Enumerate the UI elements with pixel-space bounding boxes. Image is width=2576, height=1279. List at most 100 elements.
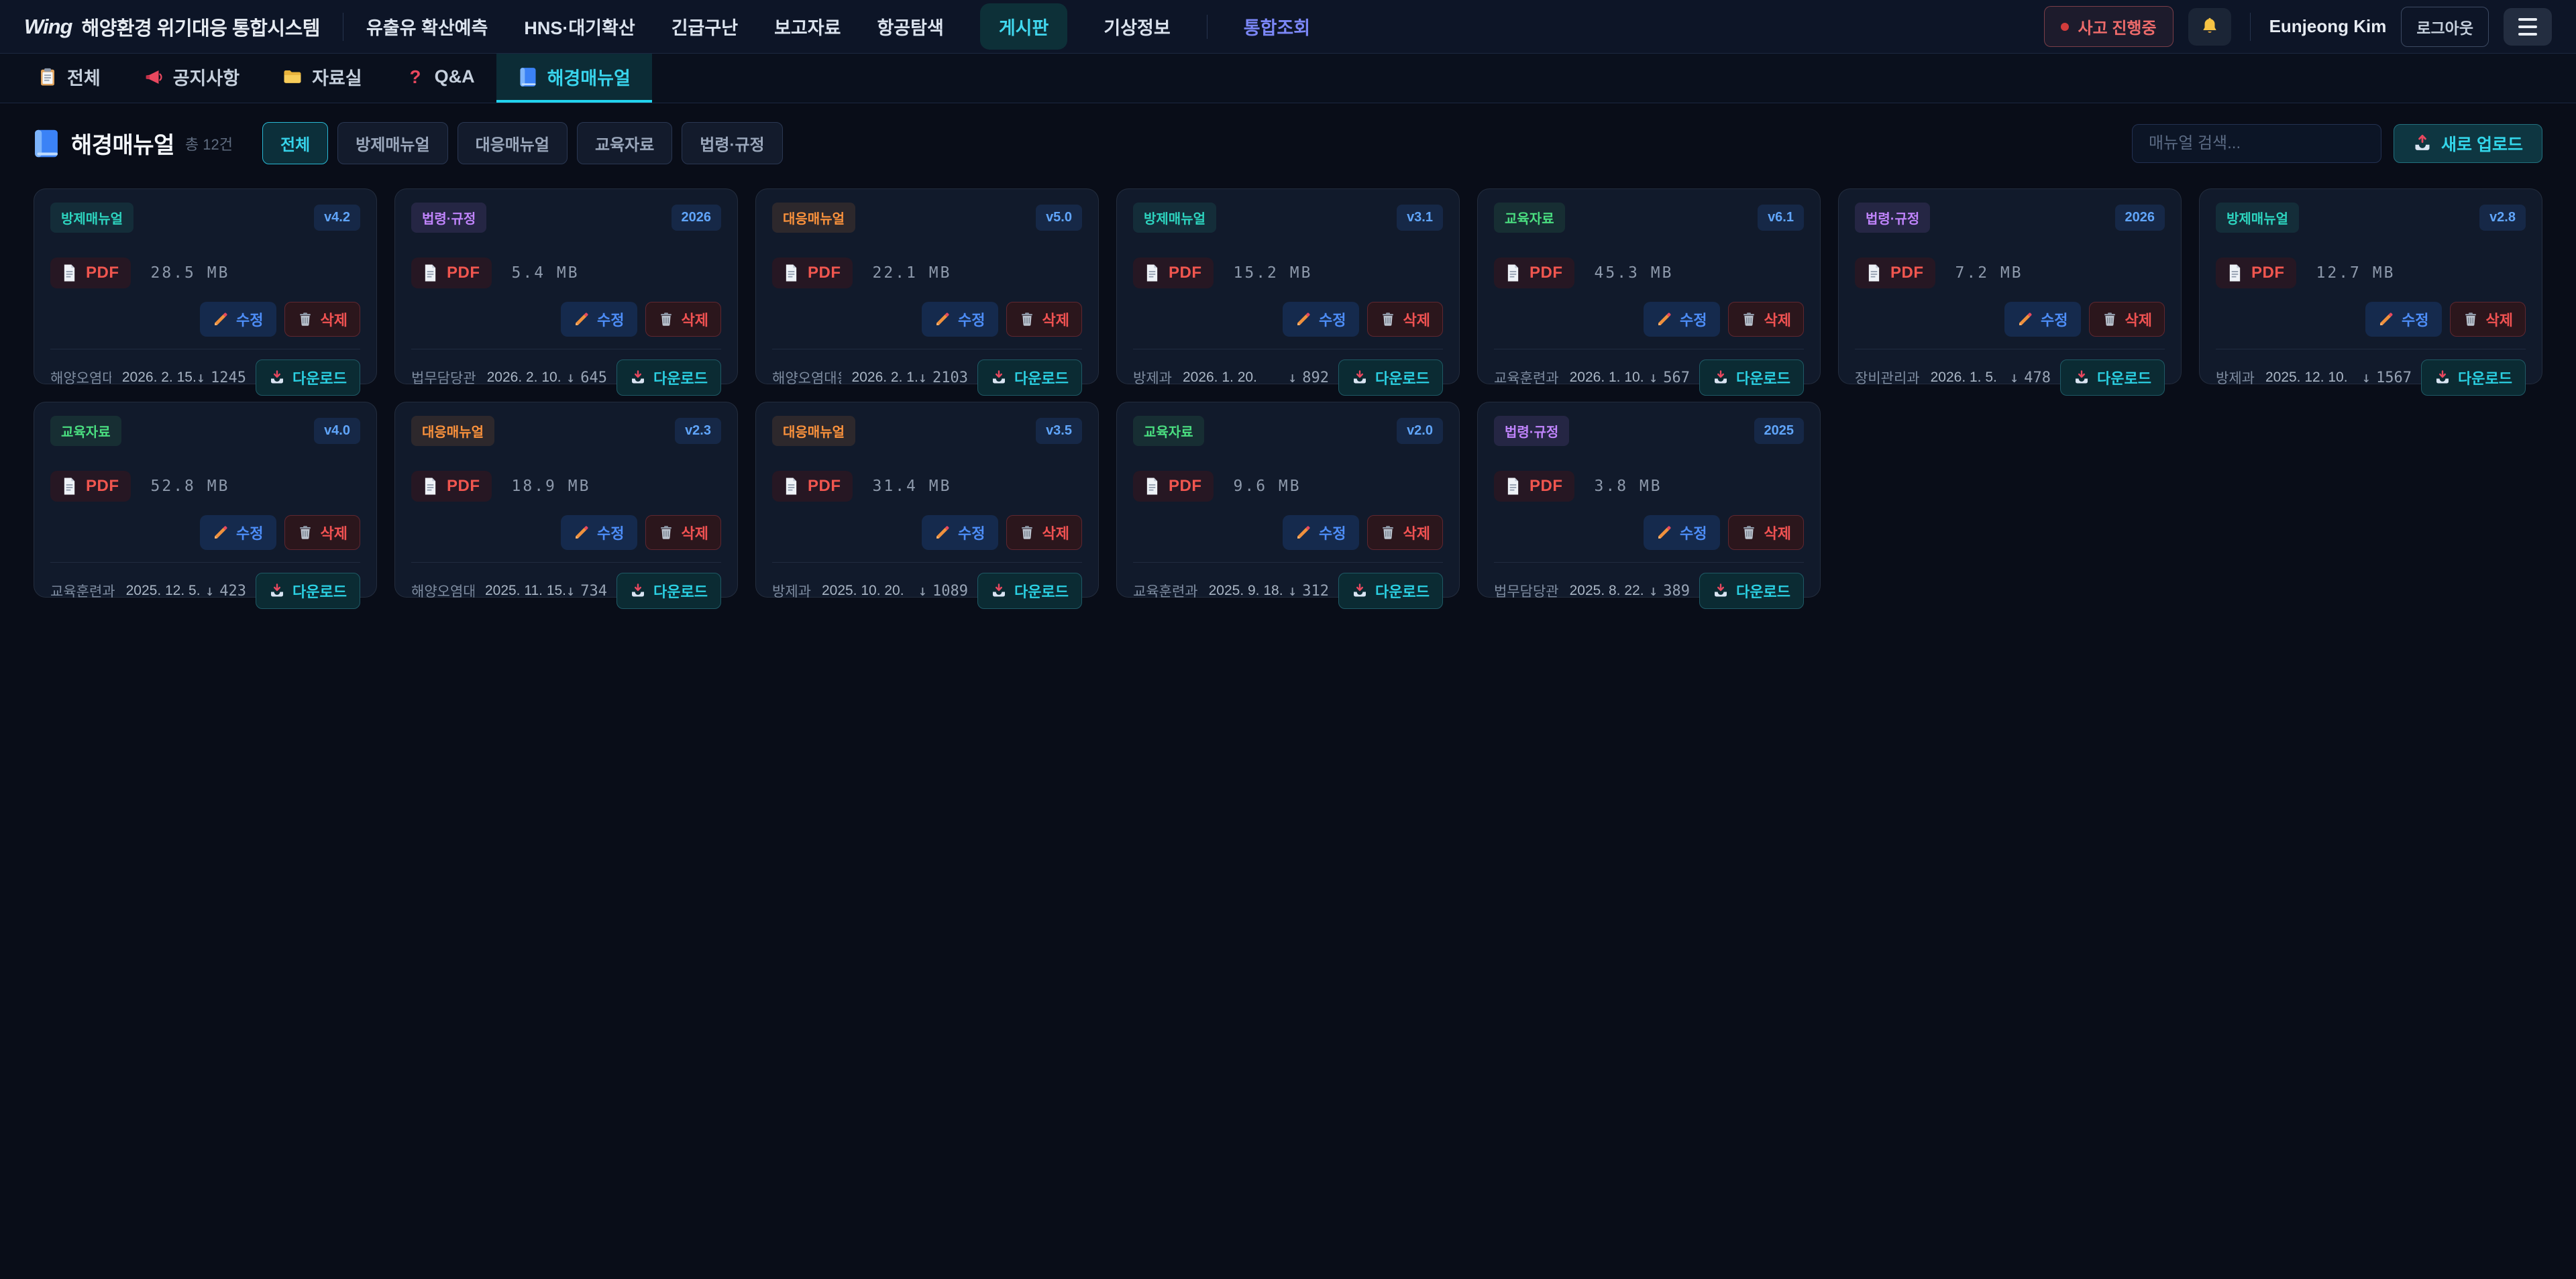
download-button[interactable]: 다운로드 <box>2421 359 2526 396</box>
download-button[interactable]: 다운로드 <box>616 359 721 396</box>
filter-chip-0[interactable]: 전체 <box>262 122 328 164</box>
filter-chip-4[interactable]: 법령·규정 <box>682 122 782 164</box>
delete-button[interactable]: 삭제 <box>1367 302 1443 337</box>
download-button[interactable]: 다운로드 <box>977 359 1082 396</box>
pdf-label: PDF <box>808 477 841 496</box>
download-button[interactable]: 다운로드 <box>1338 573 1443 609</box>
tab-label: Q&A <box>435 66 475 87</box>
file-size: 9.6 MB <box>1234 478 1301 495</box>
nav-item-1[interactable]: HNS·대기확산 <box>524 13 635 40</box>
download-button[interactable]: 다운로드 <box>616 573 721 609</box>
delete-button[interactable]: 삭제 <box>1728 515 1804 550</box>
download-icon <box>1352 370 1368 386</box>
upload-icon <box>2413 134 2432 153</box>
tab-1[interactable]: 공지사항 <box>122 54 261 103</box>
tab-4[interactable]: 해경매뉴얼 <box>496 54 652 103</box>
manual-card: 교육자료 v4.0 방제요원 교육훈련 교재 (심화과정) PDF 52.8 M… <box>34 402 377 598</box>
upload-button[interactable]: 새로 업로드 <box>2394 124 2542 163</box>
delete-button[interactable]: 삭제 <box>284 515 360 550</box>
category-badge: 방제매뉴얼 <box>1133 203 1216 233</box>
book-icon <box>518 67 538 87</box>
topbar-divider <box>2250 13 2251 41</box>
pdf-chip: PDF <box>1494 258 1574 288</box>
nav-item-7[interactable]: 통합조회 <box>1244 13 1310 40</box>
board-tab-bar: 전체공지사항자료실? Q&A 해경매뉴얼 <box>0 54 2576 103</box>
file-icon <box>1505 477 1521 496</box>
nav-item-2[interactable]: 긴급구난 <box>672 13 738 40</box>
filter-chip-1[interactable]: 방제매뉴얼 <box>337 122 447 164</box>
pdf-chip: PDF <box>1133 471 1214 502</box>
nav-item-0[interactable]: 유출유 확산예측 <box>366 13 488 40</box>
edit-button[interactable]: 수정 <box>1644 515 1719 550</box>
delete-button[interactable]: 삭제 <box>284 302 360 337</box>
file-size: 12.7 MB <box>2316 264 2396 282</box>
upload-date: 2025. 10. 20. <box>822 583 904 599</box>
delete-button[interactable]: 삭제 <box>645 302 721 337</box>
delete-button[interactable]: 삭제 <box>1006 302 1082 337</box>
down-arrow-icon: ↓ <box>918 583 927 600</box>
tab-3[interactable]: ? Q&A <box>384 54 496 103</box>
download-count: ↓ 2103 <box>918 370 968 386</box>
department: 해양오염대응국 <box>50 368 111 388</box>
tab-0[interactable]: 전체 <box>16 54 122 103</box>
nav-item-6[interactable]: 기상정보 <box>1104 13 1170 40</box>
hamburger-menu-button[interactable] <box>2504 8 2552 46</box>
upload-date: 2026. 2. 1. <box>852 370 918 386</box>
edit-button[interactable]: 수정 <box>561 515 637 550</box>
board-header: 해경매뉴얼 총 12건 전체방제매뉴얼대응매뉴얼교육자료법령·규정 새로 업로드 <box>0 103 2576 170</box>
download-button[interactable]: 다운로드 <box>2060 359 2165 396</box>
delete-button[interactable]: 삭제 <box>645 515 721 550</box>
category-badge: 법령·규정 <box>411 203 486 233</box>
notifications-button[interactable] <box>2188 8 2231 46</box>
download-button[interactable]: 다운로드 <box>1699 359 1804 396</box>
filter-chip-3[interactable]: 교육자료 <box>577 122 672 164</box>
download-count: ↓ 1245 <box>197 370 246 386</box>
download-button[interactable]: 다운로드 <box>256 359 360 396</box>
file-size: 31.4 MB <box>873 478 952 495</box>
edit-button[interactable]: 수정 <box>1283 302 1358 337</box>
delete-button[interactable]: 삭제 <box>2450 302 2526 337</box>
version-badge: v5.0 <box>1036 205 1082 231</box>
edit-button[interactable]: 수정 <box>2004 302 2080 337</box>
search-input[interactable] <box>2132 124 2381 163</box>
trash-icon <box>2102 311 2118 327</box>
trash-icon <box>1741 524 1757 541</box>
app-title: 해양환경 위기대응 통합시스템 <box>81 13 319 41</box>
trash-icon <box>297 524 313 541</box>
download-button[interactable]: 다운로드 <box>1338 359 1443 396</box>
download-count: ↓ 1567 <box>2362 370 2412 386</box>
delete-button[interactable]: 삭제 <box>2089 302 2165 337</box>
edit-button[interactable]: 수정 <box>561 302 637 337</box>
edit-button[interactable]: 수정 <box>922 515 998 550</box>
file-icon <box>784 264 799 282</box>
pdf-chip: PDF <box>1855 258 1935 288</box>
delete-button[interactable]: 삭제 <box>1728 302 1804 337</box>
edit-button[interactable]: 수정 <box>1283 515 1358 550</box>
pdf-label: PDF <box>447 264 480 282</box>
download-button[interactable]: 다운로드 <box>1699 573 1804 609</box>
incident-status-badge: 사고 진행중 <box>2044 6 2174 47</box>
download-icon <box>991 370 1007 386</box>
upload-date: 2025. 9. 18. <box>1209 583 1283 599</box>
tab-2[interactable]: 자료실 <box>261 54 384 103</box>
download-button[interactable]: 다운로드 <box>256 573 360 609</box>
filter-chip-2[interactable]: 대응매뉴얼 <box>458 122 568 164</box>
edit-button[interactable]: 수정 <box>1644 302 1719 337</box>
nav-item-4[interactable]: 항공탐색 <box>877 13 943 40</box>
trash-icon <box>1741 311 1757 327</box>
nav-item-5[interactable]: 게시판 <box>980 3 1068 50</box>
edit-button[interactable]: 수정 <box>2365 302 2441 337</box>
delete-button[interactable]: 삭제 <box>1367 515 1443 550</box>
category-badge: 교육자료 <box>1494 203 1565 233</box>
edit-button[interactable]: 수정 <box>922 302 998 337</box>
version-badge: v2.3 <box>675 418 721 444</box>
delete-button[interactable]: 삭제 <box>1006 515 1082 550</box>
download-button[interactable]: 다운로드 <box>977 573 1082 609</box>
download-count: ↓ 423 <box>205 583 246 600</box>
svg-text:?: ? <box>409 67 421 87</box>
edit-button[interactable]: 수정 <box>200 515 276 550</box>
nav-item-3[interactable]: 보고자료 <box>774 13 841 40</box>
upload-date: 2026. 1. 10. <box>1570 370 1644 386</box>
edit-button[interactable]: 수정 <box>200 302 276 337</box>
logout-button[interactable]: 로그아웃 <box>2401 7 2489 47</box>
